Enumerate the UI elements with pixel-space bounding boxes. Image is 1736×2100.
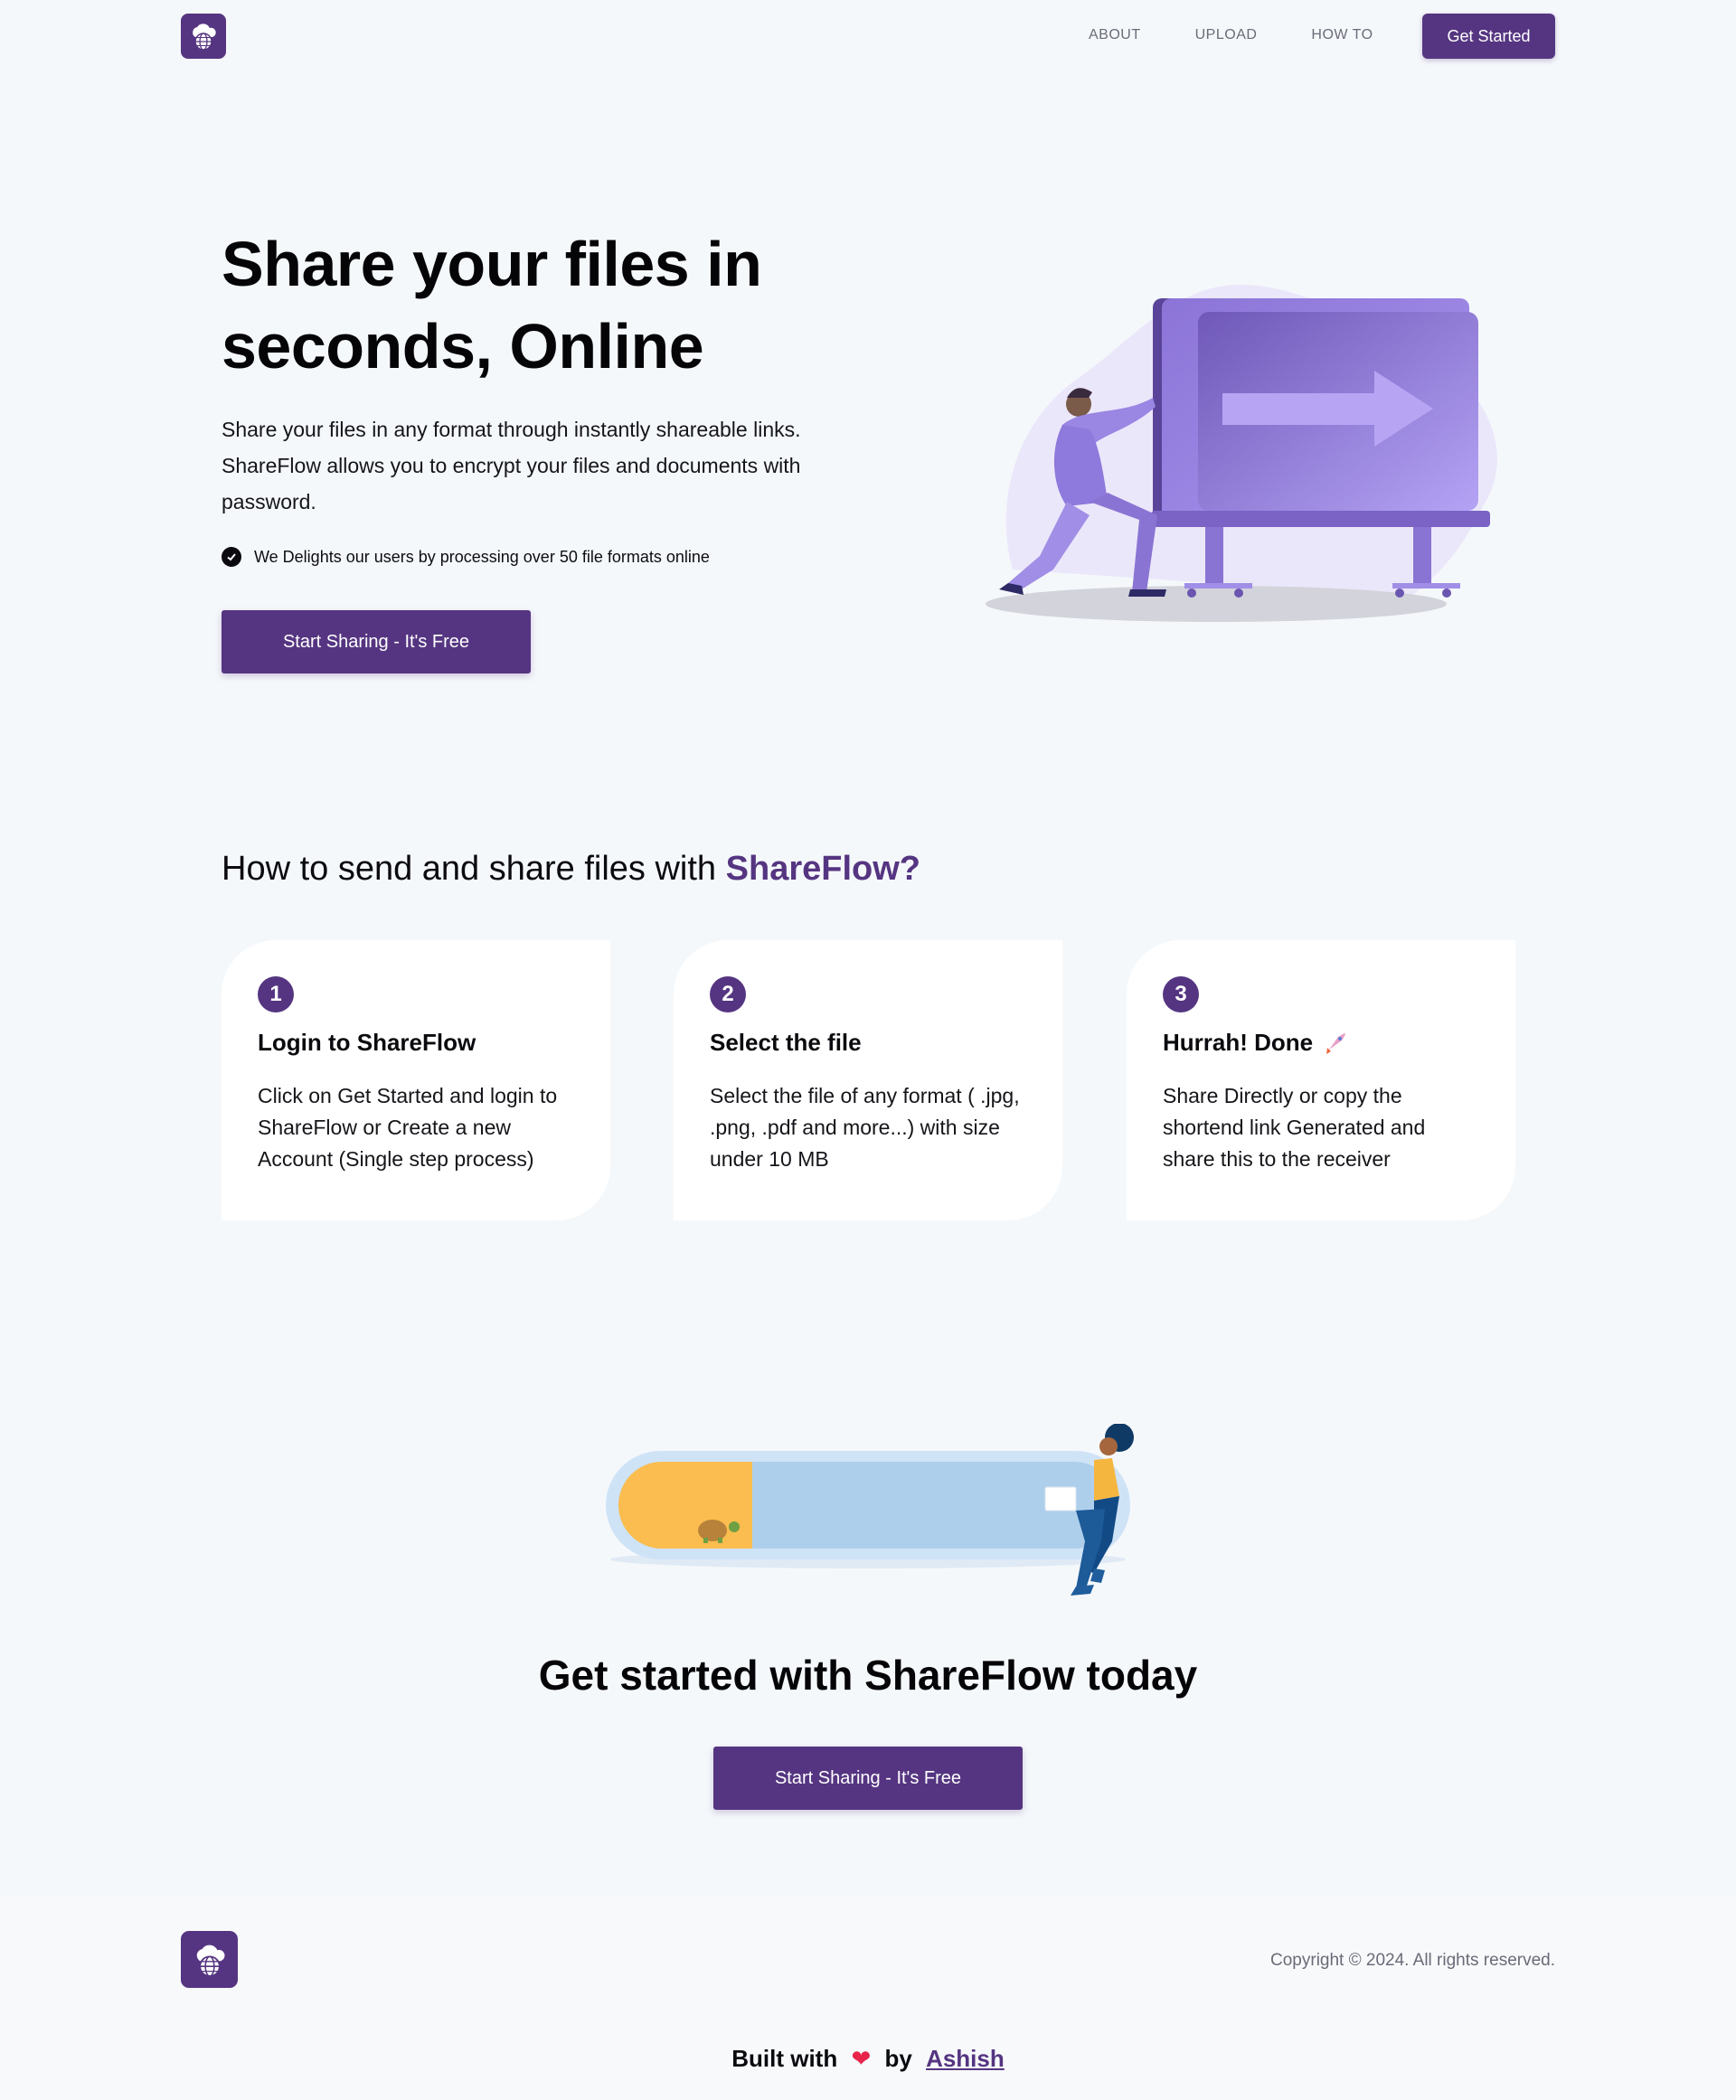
hero-start-sharing-button[interactable]: Start Sharing - It's Free <box>222 610 531 673</box>
cta-title: Get started with ShareFlow today <box>538 1652 1198 1699</box>
step-card-1: 1 Login to ShareFlow Click on Get Starte… <box>222 940 610 1220</box>
footer: Copyright © 2024. All rights reserved. B… <box>0 1897 1736 2100</box>
hero-feature-note: We Delights our users by processing over… <box>222 547 710 567</box>
hero-title: Share your files in seconds, Online <box>222 229 762 381</box>
nav-link-how-to[interactable]: HOW TO <box>1311 27 1373 43</box>
step-description: Share Directly or copy the shortend link… <box>1163 1084 1426 1171</box>
step-number: 3 <box>1163 976 1199 1012</box>
author-link[interactable]: Ashish <box>926 2045 1005 2072</box>
step-card-3: 3 Hurrah! Done Share Directly or copy th… <box>1127 940 1515 1220</box>
step-title: Login to ShareFlow <box>258 1029 476 1056</box>
nav-link-about[interactable]: ABOUT <box>1089 27 1141 43</box>
step-title: Select the file <box>710 1029 862 1056</box>
check-circle-icon <box>222 547 241 567</box>
step-description: Click on Get Started and login to ShareF… <box>258 1084 558 1171</box>
rocket-icon <box>1326 1032 1346 1054</box>
step-number: 2 <box>710 976 746 1012</box>
step-description: Select the file of any format ( .jpg, .p… <box>710 1084 1020 1171</box>
nav-link-upload[interactable]: UPLOAD <box>1195 27 1258 43</box>
step-number: 1 <box>258 976 294 1012</box>
built-with-credit: Built with ❤ by Ashish <box>0 2045 1736 2073</box>
loading-bar-illustration <box>606 1424 1134 1596</box>
get-started-button[interactable]: Get Started <box>1422 14 1555 59</box>
footer-logo-icon[interactable] <box>181 1931 238 1988</box>
nav-links: ABOUT UPLOAD HOW TO <box>1089 27 1428 43</box>
cta-start-sharing-button[interactable]: Start Sharing - It's Free <box>713 1747 1023 1810</box>
logo-icon[interactable] <box>181 14 226 59</box>
step-title: Hurrah! Done <box>1163 1029 1479 1057</box>
step-card-2: 2 Select the file Select the file of any… <box>674 940 1062 1220</box>
hero-illustration <box>986 284 1497 622</box>
how-to-title: How to send and share files with ShareFl… <box>222 850 920 889</box>
built-with-text: Built with <box>731 2045 838 2072</box>
hero-feature-text: We Delights our users by processing over… <box>254 547 710 566</box>
copyright-text: Copyright © 2024. All rights reserved. <box>1270 1951 1555 1970</box>
built-by-text: by <box>884 2045 912 2072</box>
top-navbar: ABOUT UPLOAD HOW TO Get Started <box>0 0 1736 72</box>
hero-description: Share your files in any format through i… <box>222 418 801 513</box>
heart-icon: ❤ <box>851 2045 872 2072</box>
how-to-title-prefix: How to send and share files with <box>222 850 717 888</box>
how-to-title-brand: ShareFlow? <box>725 850 921 888</box>
